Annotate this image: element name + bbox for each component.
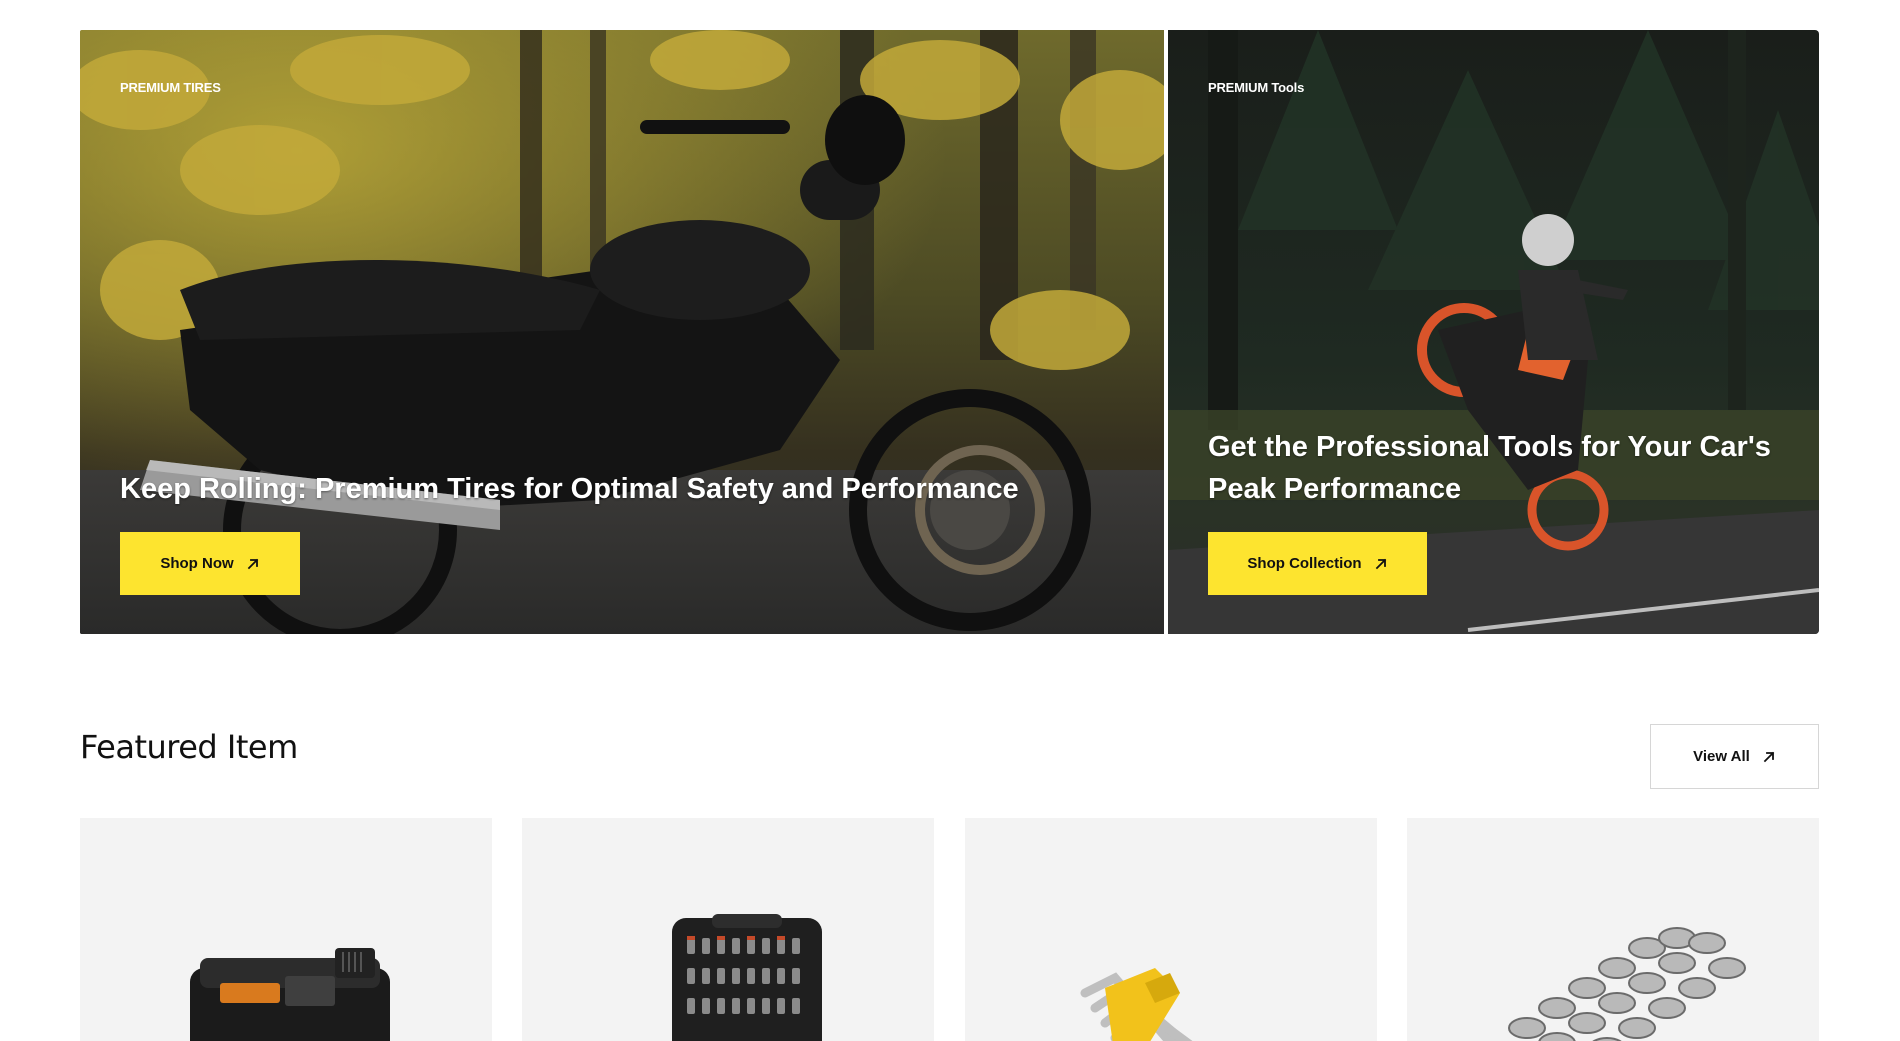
hero-banners: PREMIUM TIRES Keep Rolling: Premium Tire… — [80, 30, 1819, 634]
banner-premium-tools[interactable]: PREMIUM Tools Get the Professional Tools… — [1168, 30, 1819, 634]
product-card[interactable] — [965, 818, 1377, 1041]
view-all-label: View All — [1693, 748, 1750, 765]
shop-collection-button[interactable]: Shop Collection — [1208, 532, 1427, 595]
arrow-up-right-icon — [247, 558, 258, 569]
featured-product-list — [80, 818, 1819, 1041]
banner-premium-tires[interactable]: PREMIUM TIRES Keep Rolling: Premium Tire… — [80, 30, 1164, 634]
view-all-button[interactable]: View All — [1650, 724, 1819, 789]
banner-title: Keep Rolling: Premium Tires for Optimal … — [120, 473, 1019, 505]
product-card[interactable] — [80, 818, 492, 1041]
featured-section-title: Featured Item — [80, 728, 298, 766]
tire-inflator-image — [190, 948, 390, 1041]
shop-collection-label: Shop Collection — [1247, 555, 1362, 572]
page: PREMIUM TIRES Keep Rolling: Premium Tire… — [0, 0, 1900, 1041]
hex-key-set-image — [1080, 968, 1193, 1041]
banner-eyebrow: PREMIUM Tools — [1208, 80, 1305, 95]
shop-now-button[interactable]: Shop Now — [120, 532, 300, 595]
socket-set-image — [672, 914, 822, 1041]
banner-eyebrow: PREMIUM TIRES — [120, 80, 221, 95]
arrow-up-right-icon — [1375, 558, 1386, 569]
banner-title: Get the Professional Tools for Your Car'… — [1208, 431, 1771, 505]
shop-now-label: Shop Now — [160, 555, 234, 572]
arrow-up-right-icon — [1763, 751, 1775, 762]
product-card[interactable] — [522, 818, 934, 1041]
motorcycle-chain-image — [1508, 927, 1746, 1041]
product-card[interactable] — [1407, 818, 1819, 1041]
